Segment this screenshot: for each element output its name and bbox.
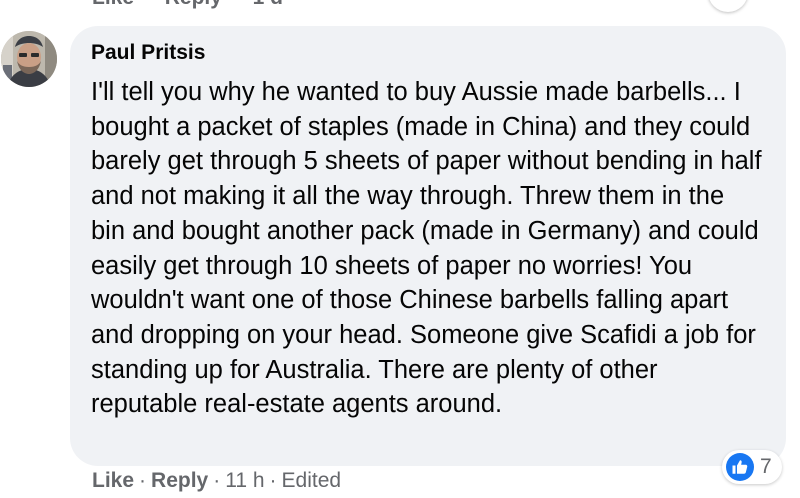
edited-label[interactable]: Edited [282,469,342,492]
comment-actions: Like · Reply · 11 h · Edited [92,467,341,495]
comment-timestamp[interactable]: 11 h [225,469,264,492]
previous-separator-2: · [234,0,241,9]
reply-link[interactable]: Reply [151,469,208,492]
previous-separator-1: · [146,0,153,9]
separator-3: · [269,469,277,492]
comment-author[interactable]: Paul Pritsis [91,40,762,66]
previous-reaction-badge[interactable] [708,0,748,12]
reaction-count: 7 [760,455,772,478]
thumbs-up-icon [726,453,754,481]
comment-thread: Like · Reply · 1 d Paul Pritsis I'll tel… [0,0,800,498]
reaction-badge[interactable]: 7 [722,450,782,484]
avatar[interactable] [1,31,57,87]
like-link[interactable]: Like [92,469,134,492]
previous-reply-link[interactable]: Reply [165,0,222,9]
previous-like-link[interactable]: Like [92,0,134,9]
comment-text: I'll tell you why he wanted to buy Aussi… [91,78,762,419]
comment-bubble: Paul Pritsis I'll tell you why he wanted… [70,26,786,466]
previous-comment-actions: Like · Reply · 1 d [92,0,289,10]
separator-2: · [213,469,221,492]
previous-timestamp[interactable]: 1 d [253,0,283,9]
avatar-image [1,31,57,87]
separator-1: · [139,469,147,492]
